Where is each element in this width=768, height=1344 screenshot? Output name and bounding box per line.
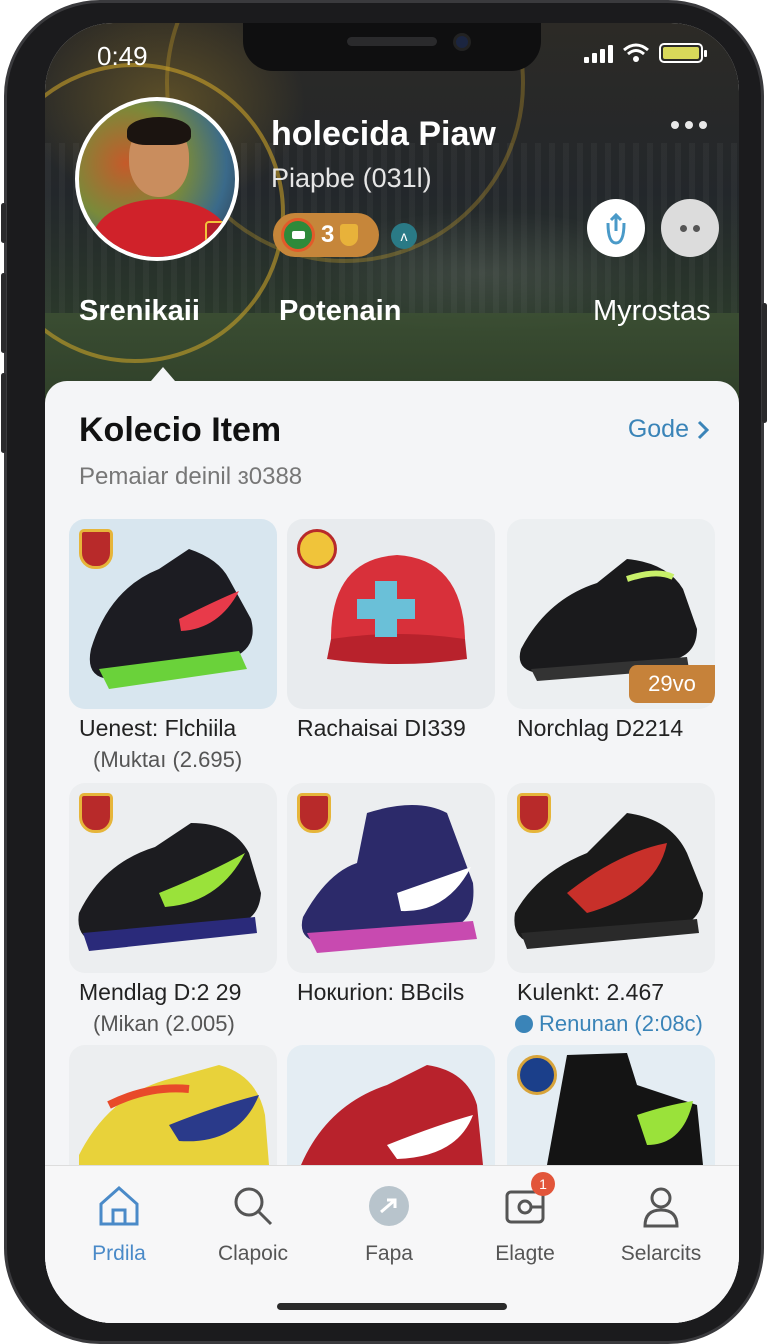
nav-item-search[interactable]: Clapoic [193,1182,313,1266]
item-name: Hoкurion: BBcils [297,979,465,1005]
nav-item-profile[interactable]: Selarcits [601,1182,721,1266]
nav-label: Elagte [495,1242,555,1265]
bottom-nav: Prdila Clapoic Fapa 1 Elagte Selarcits [45,1165,739,1323]
wallet-icon: 1 [501,1172,555,1230]
search-icon [229,1182,277,1230]
see-all-link[interactable]: Gode [628,415,709,444]
item-image [69,519,277,709]
volume-down-button [1,373,6,453]
tab-srenikaii[interactable]: Srenikaii [79,295,200,328]
section-subtitle: Pemaiar deinil ɜ0388 [79,463,303,490]
power-button [762,303,767,423]
item-name: Uenest: Flchiila [79,715,237,741]
tab-indicator [151,367,175,381]
profile-subtitle: Piapbe (031l) [271,163,432,193]
profile-tabs: Srenikaii Potenain Myrostas [45,295,739,351]
user-icon [637,1182,685,1230]
see-all-label: Gode [627,415,689,443]
status-time: 0:49 [97,41,148,71]
info-icon [515,1015,533,1033]
status-icons [584,43,707,63]
badge-emblem-icon [281,218,315,252]
item-image [69,1045,277,1165]
options-dots-icon[interactable] [671,121,707,129]
nav-label: Selarcits [620,1242,702,1265]
nav-label: Fapa [365,1242,413,1265]
more-icon [680,224,687,232]
avatar[interactable] [75,97,239,261]
share-button[interactable] [587,199,645,257]
badge-count: 3 [321,221,335,248]
avatar-hair [127,117,191,145]
tab-myrostas[interactable]: Myrostas [593,295,711,328]
wifi-icon [623,43,649,62]
item-name: Rachaisai DI339 [297,715,466,741]
share-icon [606,212,626,245]
item-name: Mendlag D:2 29 [79,979,242,1005]
volume-up-button [1,273,6,353]
item-image [287,519,495,709]
price-tag: 29vo [629,665,715,703]
nav-item-home[interactable]: Prdila [59,1182,179,1266]
battery-icon [659,43,707,63]
screen: 0:49 holecida Piaw Piapbe (031l) 3 ʌ Sre… [45,23,739,1323]
notch [243,23,541,71]
more-button[interactable] [661,199,719,257]
camera [453,33,471,51]
item-name: Kulenkt: 2.467 [517,979,665,1005]
item-detail-text: Renunan (2:08c) [539,1011,703,1036]
shield-icon [340,224,359,246]
item-image [507,1045,715,1165]
tab-potenain[interactable]: Potenain [279,295,401,328]
item-image: 29vo [507,519,715,709]
home-icon [95,1182,143,1230]
signal-icon [584,43,613,63]
item-detail: Renunan (2:08c) [515,1011,735,1037]
section-title: Kolecio Item [79,411,282,449]
shoe-icon [89,549,253,689]
item-name: Norchlag D2214 [517,715,684,741]
achievement-badge[interactable]: 3 [273,213,379,257]
nav-item-wallet[interactable]: 1 Elagte [465,1172,585,1266]
nav-label: Clapoic [217,1242,289,1265]
chevron-right-icon [697,420,709,439]
shoe-icon [514,813,703,949]
notification-badge: 1 [531,1172,555,1196]
nav-item-center[interactable]: Fapa [329,1182,449,1266]
phone-frame: 0:49 holecida Piaw Piapbe (031l) 3 ʌ Sre… [1,0,767,1344]
shoe-icon [301,805,477,953]
mute-switch [1,203,6,243]
cap-icon [327,555,467,664]
boot-icon [547,1053,703,1165]
shoe-icon [301,1065,483,1165]
rank-badge[interactable]: ʌ [391,223,417,249]
item-image [69,783,277,973]
arrow-icon [365,1182,413,1230]
profile-name: holecida Piaw [271,115,496,153]
item-detail: (Muktaı (2.695) [93,747,243,772]
speaker [347,37,437,46]
item-image [507,783,715,973]
nav-label: Prdila [92,1242,146,1265]
item-image [287,783,495,973]
item-detail: (Mikan (2.005) [93,1011,235,1036]
shoe-icon [78,823,261,951]
shoe-icon [79,1065,269,1165]
item-image [287,1045,495,1165]
avatar-crest [205,221,233,253]
home-indicator[interactable] [277,1303,507,1310]
